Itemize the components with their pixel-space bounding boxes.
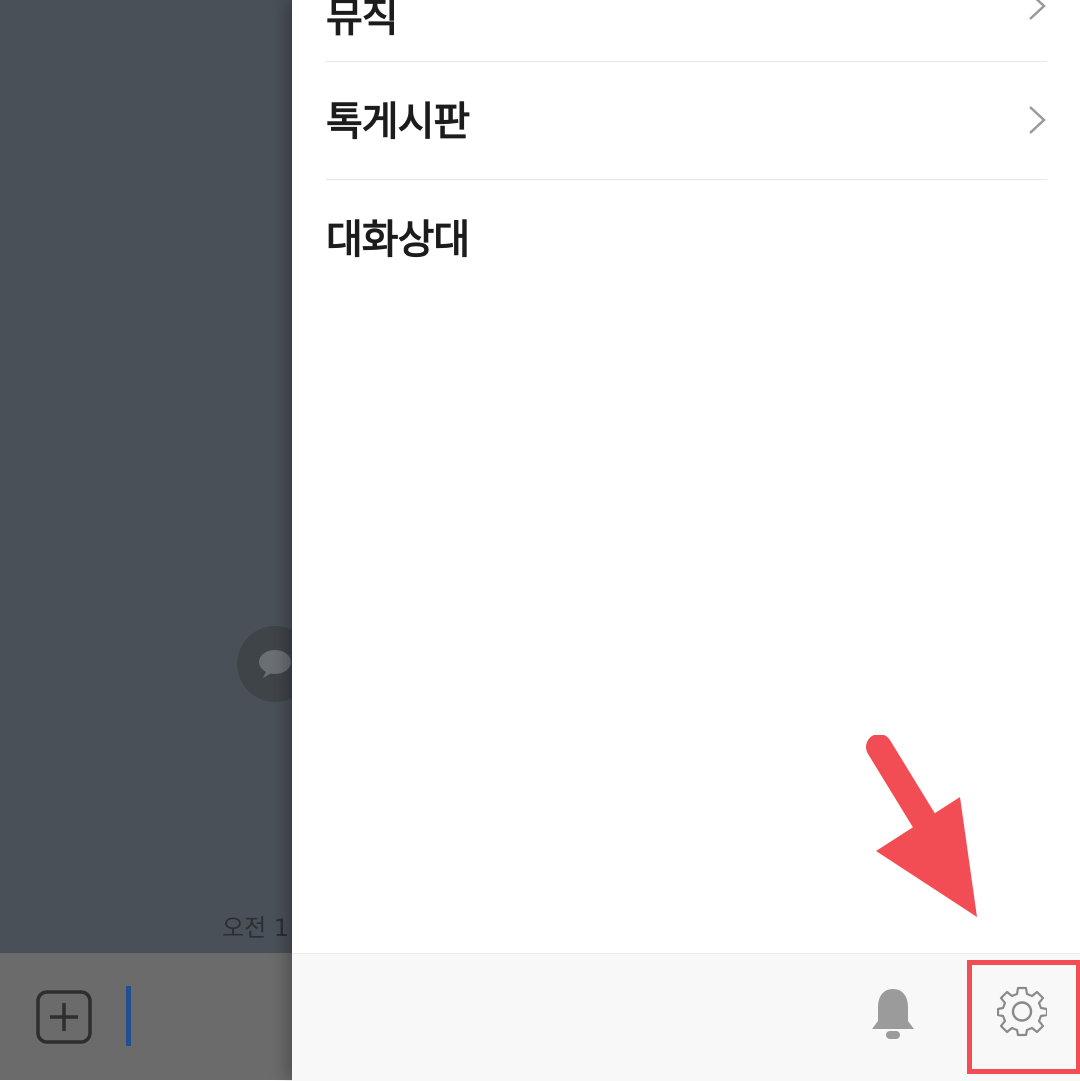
- menu-item-music[interactable]: 뮤직: [326, 0, 1047, 62]
- chevron-right-icon: [1029, 0, 1046, 20]
- bell-icon[interactable]: [870, 987, 916, 1041]
- plus-icon[interactable]: [36, 990, 92, 1044]
- chat-bubble-button[interactable]: [237, 626, 292, 702]
- dimmed-chat-background[interactable]: 오전 1: [0, 0, 292, 1080]
- menu-item-label: 대화상대: [326, 217, 470, 263]
- speech-bubble-icon: [259, 650, 291, 678]
- menu-item-friends[interactable]: 대화상대: [326, 179, 1047, 296]
- menu-item-label: 뮤직: [326, 0, 399, 41]
- message-timestamp: 오전 1: [222, 914, 290, 942]
- highlight-box: [967, 960, 1080, 1074]
- chevron-right-icon: [1029, 106, 1046, 134]
- drawer-bottom-bar: [292, 953, 1080, 1081]
- menu-item-label: 톡게시판: [326, 99, 470, 145]
- menu-item-talk-board[interactable]: 톡게시판: [326, 62, 1047, 180]
- text-cursor: [126, 986, 131, 1046]
- red-arrow-annotation: [866, 735, 977, 917]
